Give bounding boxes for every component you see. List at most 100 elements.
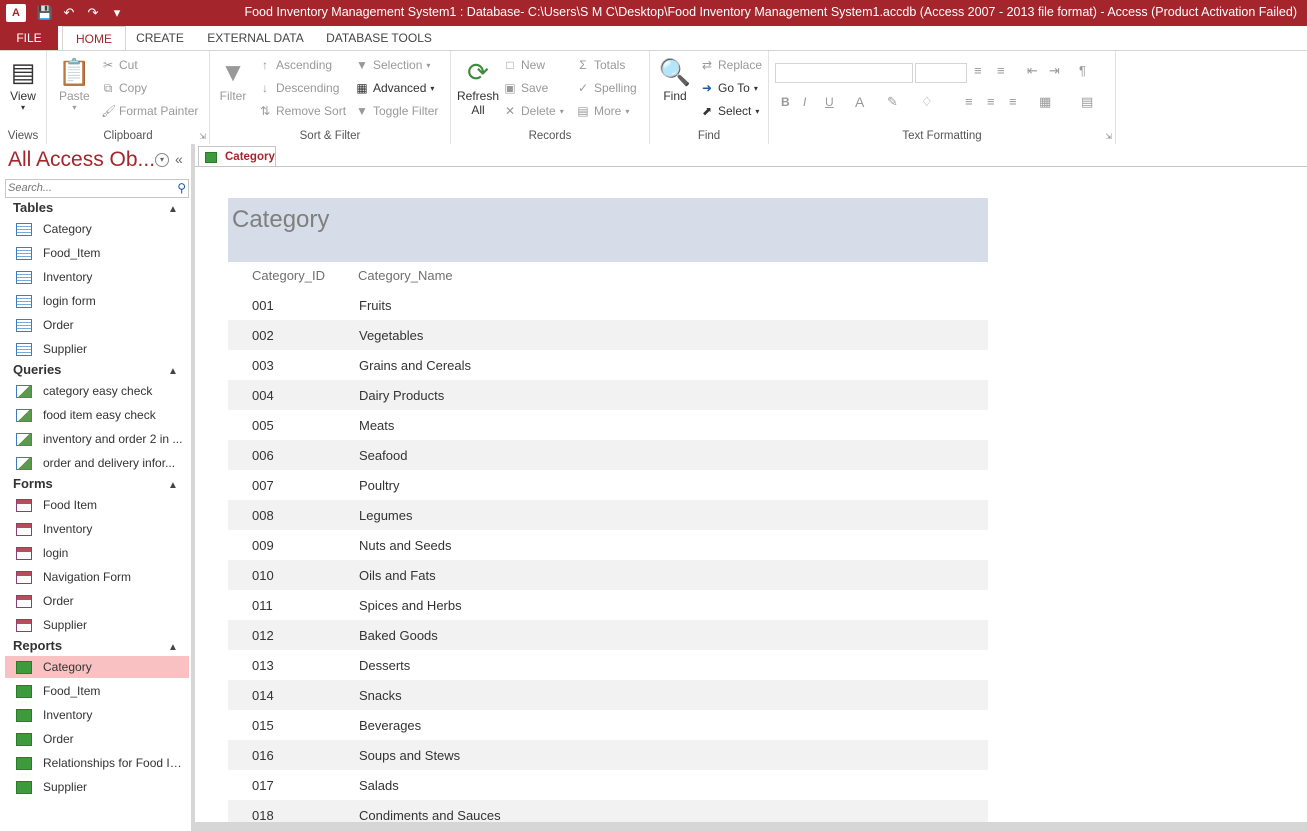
- font-size-select[interactable]: [915, 63, 967, 83]
- nav-item-table[interactable]: Order: [5, 314, 189, 336]
- more-button[interactable]: ▤ More ▾: [576, 101, 629, 121]
- report-icon: [16, 660, 32, 674]
- collapse-forms-icon[interactable]: ▲: [168, 480, 178, 491]
- toggle-filter-icon: ▼: [356, 104, 368, 118]
- ascending-button[interactable]: ↑ Ascending: [258, 55, 332, 75]
- delete-record-button[interactable]: ✕ Delete ▾: [503, 101, 564, 121]
- nav-item-querie[interactable]: order and delivery infor...: [5, 452, 189, 474]
- nav-item-form[interactable]: Order: [5, 590, 189, 612]
- nav-item-table[interactable]: login form: [5, 290, 189, 312]
- nav-item-report[interactable]: Supplier: [5, 776, 189, 798]
- undo-icon[interactable]: ↶: [58, 2, 80, 24]
- alternate-row-color-icon[interactable]: ▤: [1081, 94, 1093, 110]
- gridlines-icon[interactable]: ▦: [1039, 94, 1051, 110]
- text-formatting-launcher-icon[interactable]: ⇲: [1105, 132, 1112, 141]
- format-painter-button[interactable]: 🖌 Format Painter: [101, 101, 198, 121]
- clipboard-launcher-icon[interactable]: ⇲: [199, 132, 206, 141]
- spelling-button[interactable]: ✓ Spelling: [576, 78, 637, 98]
- goto-button[interactable]: ➜ Go To ▾: [700, 78, 758, 98]
- totals-button[interactable]: Σ Totals: [576, 55, 625, 75]
- nav-pane-title[interactable]: All Access Ob...: [8, 148, 155, 172]
- select-button[interactable]: ⬈ Select ▾: [700, 101, 759, 121]
- find-button[interactable]: 🔍 Find: [659, 55, 691, 104]
- refresh-all-button[interactable]: ⟳ Refresh All: [457, 55, 499, 118]
- selection-button[interactable]: ▼ Selection ▾: [355, 55, 430, 75]
- toggle-filter-button[interactable]: ▼ Toggle Filter: [355, 101, 438, 121]
- filter-button[interactable]: ▼ Filter: [218, 55, 248, 104]
- chevron-down-icon[interactable]: ▾: [155, 153, 169, 167]
- remove-sort-button[interactable]: ⇅ Remove Sort: [258, 101, 346, 121]
- increase-indent-icon[interactable]: ⇥: [1049, 63, 1060, 79]
- tab-create[interactable]: CREATE: [130, 26, 190, 50]
- new-record-button[interactable]: □ New: [503, 55, 545, 75]
- bullets-icon[interactable]: ≡: [974, 63, 982, 78]
- ribbon: ▤ View ▾ Views 📋 Paste ▾ ✂ Cut ⧉ Copy 🖌 For…: [0, 50, 1307, 145]
- nav-item-querie[interactable]: food item easy check: [5, 404, 189, 426]
- paste-button[interactable]: 📋 Paste ▾: [58, 55, 90, 113]
- refresh-all-label: All: [471, 103, 485, 117]
- tab-home[interactable]: HOME: [62, 26, 126, 52]
- align-center-icon[interactable]: ≡: [987, 94, 995, 109]
- redo-icon[interactable]: ↷: [82, 2, 104, 24]
- italic-button[interactable]: I: [803, 95, 806, 109]
- nav-item-form[interactable]: Food Item: [5, 494, 189, 516]
- form-icon: [16, 594, 32, 608]
- highlight-icon[interactable]: ✎: [887, 94, 898, 110]
- nav-item-querie[interactable]: inventory and order 2 in ...: [5, 428, 189, 450]
- search-icon[interactable]: ⚲: [177, 181, 186, 195]
- nav-item-report[interactable]: Relationships for Food In...: [5, 752, 189, 774]
- section-reports[interactable]: Reports: [13, 638, 62, 653]
- font-name-select[interactable]: [775, 63, 913, 83]
- collapse-queries-icon[interactable]: ▲: [168, 366, 178, 377]
- collapse-pane-icon[interactable]: «: [175, 151, 183, 167]
- section-tables[interactable]: Tables: [13, 200, 53, 215]
- spelling-label: Spelling: [594, 81, 637, 95]
- nav-item-report[interactable]: Category: [5, 656, 189, 678]
- tab-external-data[interactable]: EXTERNAL DATA: [198, 26, 313, 50]
- collapse-reports-icon[interactable]: ▲: [168, 642, 178, 653]
- descending-label: Descending: [276, 81, 340, 95]
- nav-item-form[interactable]: login: [5, 542, 189, 564]
- form-icon: [16, 570, 32, 584]
- numbering-icon[interactable]: ≡: [997, 63, 1005, 78]
- customize-qat-icon[interactable]: ▾: [106, 2, 128, 24]
- nav-item-report[interactable]: Order: [5, 728, 189, 750]
- tab-file[interactable]: FILE: [0, 26, 58, 50]
- copy-button[interactable]: ⧉ Copy: [101, 78, 147, 98]
- align-left-icon[interactable]: ≡: [965, 94, 973, 109]
- nav-item-form[interactable]: Supplier: [5, 614, 189, 636]
- fill-color-icon[interactable]: ♢: [921, 94, 933, 110]
- horizontal-scrollbar[interactable]: [195, 822, 1307, 831]
- save-record-button[interactable]: ▣ Save: [503, 78, 548, 98]
- font-color-button[interactable]: A: [855, 94, 864, 110]
- nav-item-report[interactable]: Inventory: [5, 704, 189, 726]
- section-forms[interactable]: Forms: [13, 476, 53, 491]
- selection-filter-icon: ▼: [356, 58, 368, 72]
- nav-item-form[interactable]: Navigation Form: [5, 566, 189, 588]
- cut-button[interactable]: ✂ Cut: [101, 55, 138, 75]
- nav-item-querie[interactable]: category easy check: [5, 380, 189, 402]
- replace-button[interactable]: ⇄ Replace: [700, 55, 762, 75]
- underline-button[interactable]: U: [825, 95, 834, 109]
- nav-item-table[interactable]: Food_Item: [5, 242, 189, 264]
- paragraph-direction-icon[interactable]: ¶: [1079, 63, 1086, 78]
- advanced-button[interactable]: ▦ Advanced ▾: [355, 78, 434, 98]
- table-row: 009 Nuts and Seeds: [228, 530, 988, 560]
- tab-database-tools[interactable]: DATABASE TOOLS: [320, 26, 438, 50]
- nav-item-form[interactable]: Inventory: [5, 518, 189, 540]
- nav-item-table[interactable]: Inventory: [5, 266, 189, 288]
- section-queries[interactable]: Queries: [13, 362, 61, 377]
- decrease-indent-icon[interactable]: ⇤: [1027, 63, 1038, 79]
- save-icon[interactable]: 💾: [34, 2, 56, 24]
- nav-item-table[interactable]: Supplier: [5, 338, 189, 360]
- document-tab-category[interactable]: Category: [198, 146, 276, 167]
- nav-item-report[interactable]: Food_Item: [5, 680, 189, 702]
- nav-search-input[interactable]: [6, 180, 170, 196]
- nav-item-table[interactable]: Category: [5, 218, 189, 240]
- collapse-tables-icon[interactable]: ▲: [168, 204, 178, 215]
- bold-button[interactable]: B: [781, 95, 790, 109]
- form-icon: [16, 546, 32, 560]
- descending-button[interactable]: ↓ Descending: [258, 78, 339, 98]
- view-button[interactable]: ▤ View ▾: [8, 55, 38, 113]
- align-right-icon[interactable]: ≡: [1009, 94, 1017, 109]
